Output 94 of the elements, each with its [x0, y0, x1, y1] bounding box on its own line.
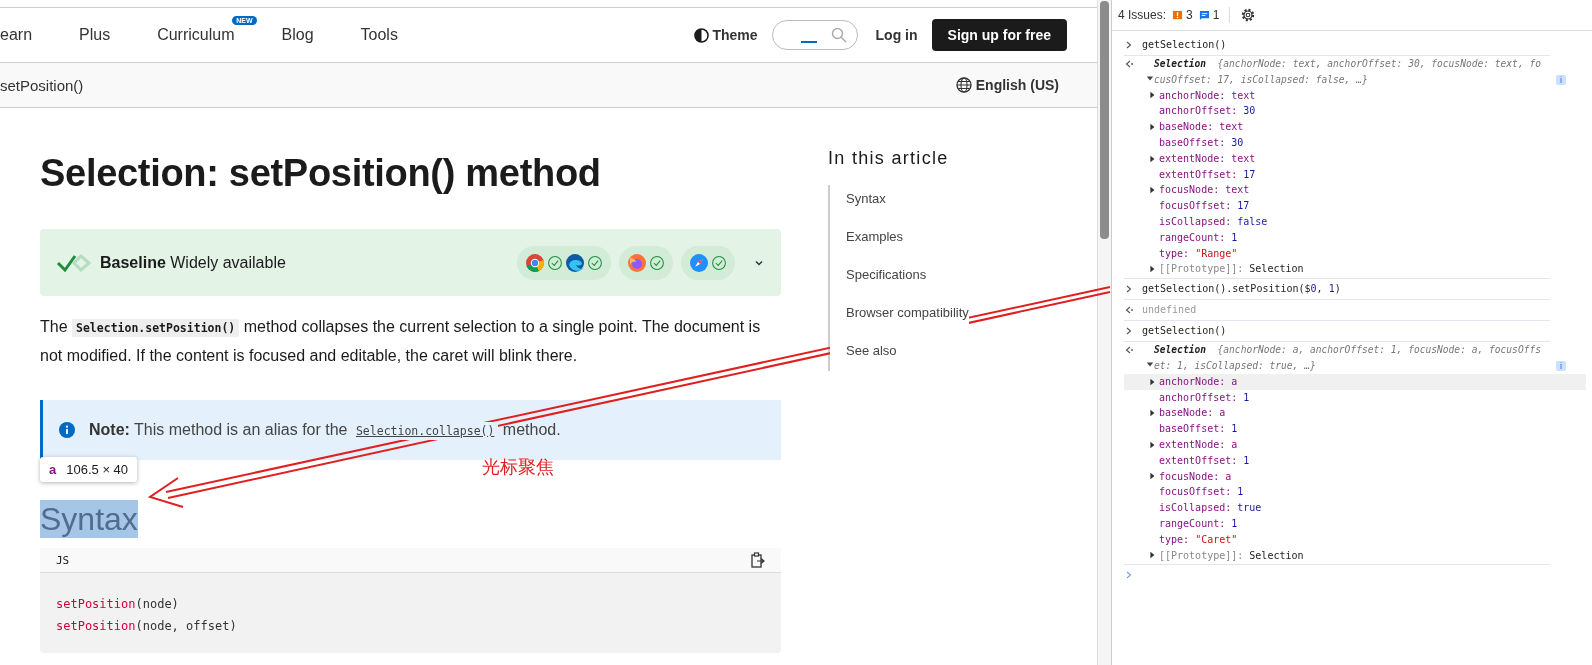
console-prompt-icon[interactable]	[1124, 570, 1134, 581]
baseline-status: Baseline Widely available	[100, 253, 286, 272]
firefox-icon	[627, 252, 647, 273]
nav-link[interactable]: Blog	[281, 26, 314, 44]
object-property: extentOffset: 1	[1159, 453, 1250, 468]
object-property: type: "Caret"	[1159, 532, 1238, 547]
collapse-triangle-icon[interactable]	[1146, 360, 1154, 369]
globe-icon	[955, 77, 972, 93]
object-property: anchorOffset: 1	[1159, 390, 1250, 405]
nav-link[interactable]: earn	[0, 26, 33, 44]
object-property: type: "Range"	[1159, 246, 1238, 261]
nav-link[interactable]: Plus	[79, 26, 111, 44]
object-preview[interactable]: Selection {anchorNode: text, anchorOffset: 30, focusNode: text, focusOffset: 17, isCollapsed: false, …}	[1142, 56, 1544, 88]
annotation-text: 光标聚焦	[482, 455, 554, 479]
expand-triangle-icon[interactable]	[1148, 440, 1156, 449]
expand-triangle-icon[interactable]	[1148, 91, 1156, 100]
chrome-icon	[525, 252, 545, 273]
object-property: baseNode: text	[1159, 120, 1244, 135]
object-property: focusNode: a	[1159, 469, 1232, 484]
toc-link[interactable]: Examples	[830, 229, 969, 267]
contrast-icon	[694, 27, 710, 43]
object-preview[interactable]: Selection {anchorNode: a, anchorOffset: 1, focusNode: a, focusOffset: 1, isCollapsed: true, …}	[1142, 342, 1544, 374]
nav-link[interactable]: Tools	[360, 26, 398, 44]
page-title: Selection: setPosition() method	[40, 152, 602, 195]
expand-triangle-icon[interactable]	[1148, 154, 1156, 163]
collapse-triangle-icon[interactable]	[1146, 74, 1154, 82]
expand-triangle-icon[interactable]	[1148, 377, 1156, 386]
language-button[interactable]: English (US)	[955, 77, 1059, 93]
expand-triangle-icon[interactable]	[1148, 551, 1156, 560]
output-arrow-icon	[1124, 305, 1134, 316]
command-text: getSelection()	[1142, 324, 1227, 339]
copy-icon[interactable]	[749, 552, 765, 568]
toc-link[interactable]: Specifications	[830, 267, 969, 305]
compass-icon	[689, 252, 709, 273]
toc-title: In this article	[828, 148, 950, 169]
checkmark-icon	[56, 252, 92, 273]
object-property: [[Prototype]]: Selection	[1159, 548, 1304, 563]
output-arrow-icon	[1124, 59, 1134, 69]
code-language: JS	[56, 553, 70, 567]
code-line: setPosition(node)	[56, 596, 180, 613]
input-prompt-icon	[1124, 40, 1134, 50]
input-prompt-icon	[1124, 284, 1134, 295]
object-property: extentNode: a	[1159, 437, 1238, 452]
expand-triangle-icon[interactable]	[1148, 409, 1156, 418]
object-property: focusNode: text	[1159, 183, 1250, 198]
toc-link[interactable]: Syntax	[830, 191, 969, 229]
console-output: undefined	[1142, 303, 1197, 318]
login-link[interactable]: Log in	[875, 27, 918, 43]
object-property: focusOffset: 17	[1159, 199, 1250, 214]
info-badge[interactable]: i	[1556, 360, 1566, 371]
check-icon	[649, 254, 665, 271]
object-property: isCollapsed: true	[1159, 501, 1262, 516]
settings-icon[interactable]	[1240, 7, 1257, 23]
expand-triangle-icon[interactable]	[1148, 472, 1156, 481]
command-text: getSelection().setPosition($0, 1)	[1142, 282, 1341, 297]
info-badge[interactable]: i	[1556, 74, 1566, 85]
object-property: anchorNode: a	[1159, 374, 1238, 389]
issues-label: 4 Issues:	[1118, 8, 1167, 22]
message-icon	[1198, 9, 1210, 21]
object-property: [[Prototype]]: Selection	[1159, 262, 1304, 277]
info-icon	[59, 422, 75, 438]
check-icon	[587, 254, 603, 271]
expand-triangle-icon[interactable]	[1148, 123, 1156, 132]
note-text: Note: This method is an alias for the Selection.collapse() method.	[89, 421, 561, 439]
object-property: baseOffset: 30	[1159, 136, 1244, 150]
edge-icon	[565, 252, 585, 273]
warning-icon	[1172, 9, 1184, 21]
object-property: rangeCount: 1	[1159, 516, 1238, 531]
output-arrow-icon	[1124, 345, 1134, 356]
element-tooltip: a 106.5 × 40	[40, 457, 138, 482]
object-property: focusOffset: 1	[1159, 485, 1244, 500]
theme-button[interactable]: Theme	[694, 27, 758, 43]
issue-info-count[interactable]: 1	[1198, 8, 1220, 22]
object-property: baseOffset: 1	[1159, 422, 1238, 437]
object-property: rangeCount: 1	[1159, 230, 1238, 245]
object-property: extentOffset: 17	[1159, 167, 1256, 182]
expand-triangle-icon[interactable]	[1148, 186, 1156, 195]
signup-button[interactable]: Sign up for free	[931, 19, 1067, 51]
object-property: extentNode: text	[1159, 151, 1256, 166]
code-line: setPosition(node, offset)	[56, 618, 238, 635]
issue-errors-count[interactable]: 3	[1172, 8, 1193, 22]
breadcrumb-item[interactable]: setPosition()	[0, 76, 84, 94]
check-icon	[547, 254, 563, 271]
object-property: anchorNode: text	[1159, 88, 1256, 103]
object-property: anchorOffset: 30	[1159, 104, 1256, 119]
object-property: isCollapsed: false	[1159, 214, 1268, 229]
intro-paragraph: The Selection.setPosition() method collapses the current selection to a single point. The document is not modified. If the content is focused and editable, the caret will blink there.	[40, 317, 762, 366]
scrollbar[interactable]	[1097, 0, 1111, 665]
object-property: baseNode: a	[1159, 406, 1226, 421]
check-icon	[711, 254, 727, 271]
search-icon	[830, 27, 847, 43]
expand-triangle-icon[interactable]	[1148, 265, 1156, 274]
input-prompt-icon	[1124, 326, 1134, 337]
command-text: getSelection()	[1142, 38, 1227, 53]
